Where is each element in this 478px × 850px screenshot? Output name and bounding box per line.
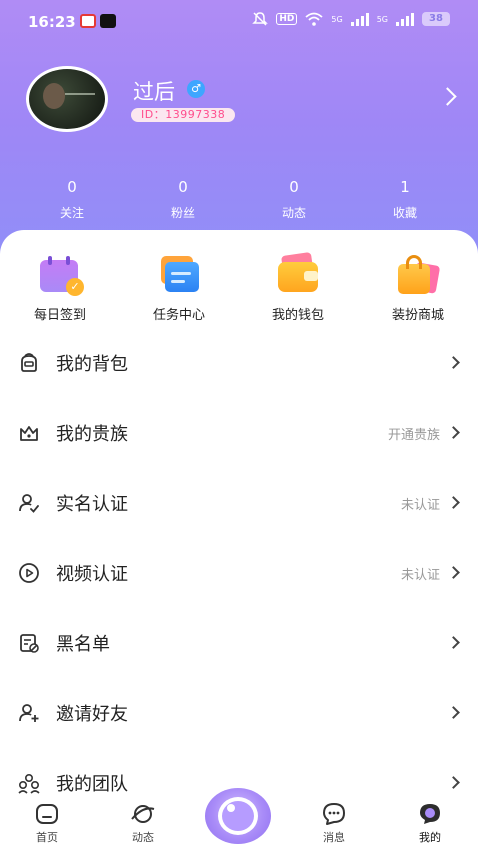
menu-item-label: 实名认证 bbox=[56, 494, 128, 515]
menu-item-real-name-verification[interactable]: 实名认证 未认证 bbox=[0, 468, 478, 538]
nav-mine[interactable]: 我的 bbox=[390, 800, 470, 845]
stat-favorites-value: 1 bbox=[400, 178, 410, 196]
nav-messages-label: 消息 bbox=[323, 831, 345, 844]
chevron-right-icon bbox=[447, 426, 460, 439]
chevron-right-icon bbox=[447, 356, 460, 369]
backpack-icon bbox=[21, 353, 37, 372]
quick-action-wallet[interactable]: 我的钱包 bbox=[248, 251, 348, 323]
bottom-navigation: 首页 动态 消息 我的 bbox=[0, 788, 478, 850]
blacklist-icon bbox=[20, 634, 39, 653]
user-verify-icon bbox=[19, 494, 39, 513]
menu-item-label: 视频认证 bbox=[56, 564, 128, 585]
nav-home-label: 首页 bbox=[36, 831, 58, 844]
home-icon bbox=[36, 804, 58, 824]
user-name: 过后 bbox=[133, 80, 175, 104]
menu-item-status: 未认证 bbox=[400, 498, 440, 513]
hd-indicator: HD bbox=[276, 13, 298, 25]
avatar-figure bbox=[43, 83, 65, 109]
quick-action-task-center[interactable]: 任务中心 bbox=[129, 254, 229, 323]
signal-bars-icon-1 bbox=[350, 12, 369, 26]
menu-item-label: 我的背包 bbox=[56, 354, 128, 375]
crown-icon bbox=[20, 426, 38, 441]
calendar-check-icon: ✓ bbox=[38, 254, 84, 296]
chevron-right-icon bbox=[447, 566, 460, 579]
chat-bubble-icon bbox=[323, 803, 345, 825]
team-icon bbox=[18, 773, 40, 794]
signal-bars-icon-2 bbox=[396, 12, 414, 26]
menu-item-label: 邀请好友 bbox=[56, 704, 128, 725]
nav-moments-label: 动态 bbox=[132, 831, 154, 844]
menu-item-status: 开通贵族 bbox=[387, 428, 440, 443]
quick-action-label: 我的钱包 bbox=[271, 308, 324, 323]
status-bar: 16:23 HD 5G 5G 38 bbox=[0, 0, 478, 44]
shopping-bag-icon bbox=[396, 254, 441, 294]
menu-item-nobility[interactable]: 我的贵族 开通贵族 bbox=[0, 398, 478, 468]
profile-active-icon bbox=[420, 804, 440, 824]
center-orb-icon bbox=[218, 797, 258, 835]
stat-following-label: 关注 bbox=[59, 206, 84, 220]
menu-item-label: 我的团队 bbox=[56, 774, 128, 795]
center-orb-highlight bbox=[227, 804, 235, 812]
menu-item-invite-friends[interactable]: 邀请好友 bbox=[0, 678, 478, 748]
stat-favorites[interactable]: 1 收藏 bbox=[360, 178, 450, 221]
stat-fans-label: 粉丝 bbox=[170, 206, 195, 220]
chevron-right-icon bbox=[447, 776, 460, 789]
quick-action-daily-checkin[interactable]: ✓ 每日签到 bbox=[10, 254, 110, 323]
menu-item-blacklist[interactable]: 黑名单 bbox=[0, 608, 478, 678]
stat-fans[interactable]: 0 粉丝 bbox=[138, 178, 228, 221]
network-5g-label-1: 5G bbox=[331, 14, 343, 24]
avatar-caption-line bbox=[65, 93, 95, 95]
quick-action-dress-up-mall[interactable]: 装扮商城 bbox=[368, 254, 468, 323]
stat-following[interactable]: 0 关注 bbox=[27, 178, 117, 221]
nav-home[interactable]: 首页 bbox=[7, 800, 87, 845]
center-action-button[interactable] bbox=[205, 788, 271, 844]
user-id-badge: ID：13997338 bbox=[131, 108, 236, 122]
menu-item-label: 黑名单 bbox=[56, 634, 110, 655]
stat-favorites-label: 收藏 bbox=[392, 206, 417, 220]
stat-moments[interactable]: 0 动态 bbox=[249, 178, 339, 221]
nav-moments[interactable]: 动态 bbox=[103, 800, 183, 845]
notification-app-icon bbox=[80, 14, 96, 28]
tiktok-app-icon bbox=[100, 14, 116, 28]
video-verify-icon bbox=[19, 563, 39, 583]
stat-following-value: 0 bbox=[67, 178, 77, 196]
stat-moments-value: 0 bbox=[289, 178, 299, 196]
stat-moments-label: 动态 bbox=[281, 206, 306, 220]
wifi-icon bbox=[305, 12, 323, 26]
status-indicators: HD 5G 5G 38 bbox=[252, 12, 450, 26]
quick-action-label: 任务中心 bbox=[152, 308, 205, 323]
mute-bell-icon bbox=[252, 12, 269, 26]
nav-mine-label: 我的 bbox=[419, 831, 441, 844]
menu-item-backpack[interactable]: 我的背包 bbox=[0, 328, 478, 398]
network-5g-label-2: 5G bbox=[376, 14, 388, 24]
chevron-right-icon bbox=[447, 496, 460, 509]
status-time: 16:23 bbox=[28, 13, 76, 31]
invite-friend-icon bbox=[19, 704, 39, 722]
stat-fans-value: 0 bbox=[178, 178, 188, 196]
menu-item-status: 未认证 bbox=[400, 568, 440, 583]
wallet-icon bbox=[276, 251, 320, 294]
task-center-icon bbox=[157, 254, 201, 294]
quick-action-label: 每日签到 bbox=[33, 308, 86, 323]
content-card: ✓ 每日签到 任务中心 我的钱包 装扮商城 我的背包 我的贵族 开通贵族 实名认… bbox=[0, 230, 478, 800]
male-gender-icon: ♂ bbox=[187, 80, 205, 98]
nav-messages[interactable]: 消息 bbox=[294, 800, 374, 845]
menu-item-label: 我的贵族 bbox=[56, 424, 128, 445]
quick-action-label: 装扮商城 bbox=[391, 308, 444, 323]
planet-icon bbox=[131, 805, 155, 823]
chevron-right-icon bbox=[447, 706, 460, 719]
chevron-right-icon bbox=[447, 636, 460, 649]
avatar[interactable] bbox=[26, 66, 108, 132]
battery-indicator: 38 bbox=[422, 12, 450, 26]
menu-item-video-verification[interactable]: 视频认证 未认证 bbox=[0, 538, 478, 608]
